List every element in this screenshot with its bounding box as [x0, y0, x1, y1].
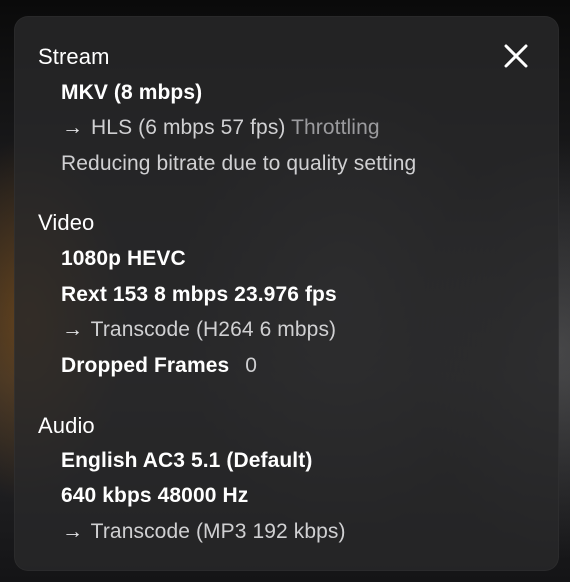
stream-heading: Stream	[38, 44, 110, 69]
arrow-right-icon: →	[62, 520, 84, 543]
stream-output-line: → HLS (6 mbps 57 fps) Throttling	[62, 116, 380, 140]
video-heading: Video	[38, 210, 95, 235]
dropped-frames-label: Dropped Frames	[61, 354, 230, 377]
audio-bitrate: 640 kbps 48000 Hz	[61, 484, 249, 507]
stream-status: Throttling	[291, 116, 380, 139]
audio-transcode-line: → Transcode (MP3 192 kbps)	[62, 520, 346, 544]
audio-heading: Audio	[38, 413, 95, 438]
stream-output: HLS (6 mbps 57 fps)	[91, 116, 286, 139]
video-transcode: Transcode (H264 6 mbps)	[90, 318, 337, 341]
video-profile: Rext 153 8 mbps 23.976 fps	[61, 283, 337, 306]
dropped-frames-line: Dropped Frames 0	[61, 354, 257, 378]
video-resolution: 1080p HEVC	[61, 247, 186, 270]
stream-container: MKV (8 mbps)	[61, 81, 203, 104]
video-transcode-line: → Transcode (H264 6 mbps)	[62, 318, 336, 342]
close-icon	[504, 44, 528, 68]
stream-note: Reducing bitrate due to quality setting	[61, 152, 417, 175]
arrow-right-icon: →	[62, 116, 84, 139]
playback-info-panel: Stream MKV (8 mbps) → HLS (6 mbps 57 fps…	[14, 16, 559, 571]
audio-track: English AC3 5.1 (Default)	[61, 449, 313, 472]
dropped-frames-value: 0	[245, 354, 257, 377]
arrow-right-icon: →	[62, 318, 84, 341]
audio-transcode: Transcode (MP3 192 kbps)	[90, 520, 346, 543]
close-button[interactable]	[501, 41, 531, 71]
